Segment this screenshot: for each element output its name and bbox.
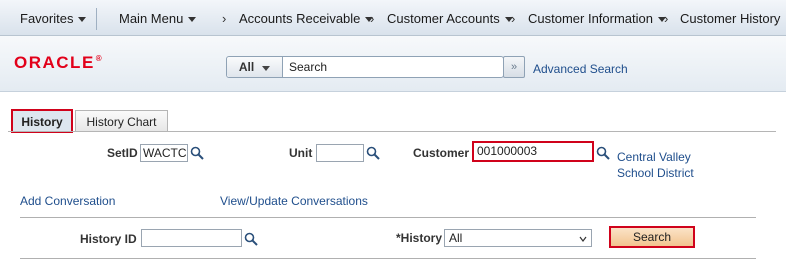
tab-divider bbox=[8, 131, 776, 132]
oracle-logo: ORACLE® bbox=[14, 53, 104, 72]
search-scope-select[interactable]: All bbox=[227, 57, 283, 77]
favorites-label: Favorites bbox=[20, 11, 74, 26]
breadcrumb-customer-accounts[interactable]: Customer Accounts bbox=[387, 11, 513, 26]
chevron-down-icon bbox=[579, 236, 587, 242]
unit-field[interactable] bbox=[316, 144, 364, 162]
main-menu-label: Main Menu bbox=[119, 11, 184, 26]
breadcrumb-label: Customer Accounts bbox=[387, 11, 500, 26]
breadcrumb-arrow-icon: › bbox=[664, 11, 669, 26]
breadcrumb-customer-information[interactable]: Customer Information bbox=[528, 11, 666, 26]
lookup-icon[interactable] bbox=[596, 146, 610, 160]
customer-description: Central Valley School District bbox=[617, 150, 694, 180]
main-menu[interactable]: Main Menu bbox=[119, 11, 197, 26]
history-id-label: History ID bbox=[80, 232, 137, 246]
setid-label: SetID bbox=[107, 146, 138, 160]
lookup-icon[interactable] bbox=[244, 232, 258, 246]
unit-label: Unit bbox=[289, 146, 313, 160]
chevron-down-icon bbox=[188, 17, 197, 22]
chevron-down-icon bbox=[78, 17, 87, 22]
nav-divider bbox=[96, 8, 97, 30]
top-navigation-bar: Favorites Main Menu › Accounts Receivabl… bbox=[0, 0, 786, 36]
favorites-menu[interactable]: Favorites bbox=[20, 11, 87, 26]
breadcrumb-arrow-icon: › bbox=[370, 11, 375, 26]
history-select-value: All bbox=[449, 231, 463, 245]
customer-label: Customer bbox=[413, 146, 470, 160]
search-input[interactable]: Search bbox=[283, 57, 503, 77]
history-label: *History bbox=[396, 231, 443, 245]
tab-history-chart[interactable]: History Chart bbox=[75, 110, 168, 132]
search-box: All Search bbox=[226, 56, 504, 78]
tab-history[interactable]: History bbox=[11, 109, 73, 133]
breadcrumb-customer-history[interactable]: Customer History bbox=[680, 11, 780, 26]
chevron-down-icon bbox=[262, 65, 271, 71]
search-scope-label: All bbox=[238, 60, 255, 74]
search-button[interactable]: Search bbox=[609, 226, 695, 248]
advanced-search-link[interactable]: Advanced Search bbox=[533, 62, 628, 76]
customer-field[interactable]: 001000003 bbox=[472, 141, 594, 162]
breadcrumb-label: Accounts Receivable bbox=[239, 11, 361, 26]
view-update-conversations-link[interactable]: View/Update Conversations bbox=[220, 194, 368, 208]
search-go-button[interactable]: » bbox=[503, 56, 525, 78]
double-chevron-right-icon: » bbox=[510, 61, 518, 73]
breadcrumb-arrow-icon: › bbox=[222, 11, 227, 26]
setid-field[interactable]: WACTC bbox=[140, 144, 188, 162]
add-conversation-link[interactable]: Add Conversation bbox=[20, 194, 115, 208]
section-divider bbox=[20, 217, 756, 218]
history-select[interactable]: All bbox=[444, 229, 592, 247]
lookup-icon[interactable] bbox=[190, 146, 204, 160]
breadcrumb-accounts-receivable[interactable]: Accounts Receivable bbox=[239, 11, 374, 26]
lookup-icon[interactable] bbox=[366, 146, 380, 160]
bottom-divider bbox=[20, 258, 756, 259]
breadcrumb-label: Customer Information bbox=[528, 11, 653, 26]
history-id-field[interactable] bbox=[141, 229, 242, 247]
breadcrumb-label: Customer History bbox=[680, 11, 781, 26]
breadcrumb-arrow-icon: › bbox=[511, 11, 516, 26]
